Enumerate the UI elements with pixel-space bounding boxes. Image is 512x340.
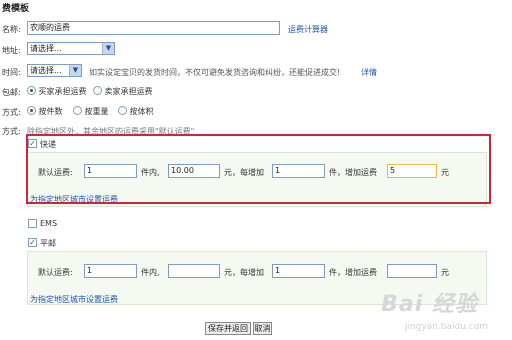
pricing-method-label: 方式: <box>2 108 21 117</box>
radio-unselected-icon <box>73 106 82 115</box>
chevron-down-icon: ▼ <box>69 65 81 76</box>
baidu-watermark-url: jingyan.baidu.com <box>404 322 488 332</box>
cancel-button[interactable]: 取消 <box>253 322 272 335</box>
chevron-down-icon: ▼ <box>102 43 114 54</box>
address-label: 地址: <box>2 46 21 55</box>
shipping-calculator-link[interactable]: 运费计算器 <box>288 24 328 35</box>
pingyou-checkbox[interactable]: ✓ <box>28 238 37 247</box>
radio-selected-icon <box>27 86 36 95</box>
time-label: 时间: <box>2 68 21 77</box>
ems-label: EMS <box>40 219 58 228</box>
radio-by-weight-label: 按重量 <box>84 107 109 116</box>
radio-selected-icon <box>27 106 36 115</box>
baidu-watermark-logo: Bai 经验 <box>381 292 478 317</box>
ship-time-select-value: 请选择... <box>30 66 62 75</box>
radio-by-weight[interactable]: 按重量 <box>73 106 109 117</box>
radio-by-volume-label: 按体积 <box>129 107 154 116</box>
highlight-box <box>26 134 491 204</box>
detail-link[interactable]: 详情 <box>361 67 377 78</box>
address-select[interactable]: 请选择... ▼ <box>27 42 115 55</box>
address-select-value: 请选择... <box>30 44 62 53</box>
delivery-method-label: 方式: <box>2 127 21 136</box>
page-title: 费模板 <box>2 4 30 14</box>
shipping-payer-label: 包邮: <box>2 88 21 97</box>
pingyou-add-fee-input[interactable] <box>387 264 437 278</box>
radio-by-piece[interactable]: 按件数 <box>27 106 63 117</box>
ship-time-select[interactable]: 请选择... ▼ <box>27 64 82 77</box>
radio-seller-pays[interactable]: 卖家承担运费 <box>93 86 153 97</box>
radio-buyer-pays[interactable]: 买家承担运费 <box>27 86 87 97</box>
pingyou-add-qty-input[interactable]: 1 <box>272 264 325 278</box>
template-name-input[interactable]: 农顺的运费 <box>27 21 280 35</box>
name-label: 名称: <box>2 25 21 34</box>
radio-unselected-icon <box>118 106 127 115</box>
radio-by-piece-label: 按件数 <box>38 107 63 116</box>
save-and-return-button[interactable]: 保存并返回 <box>205 322 251 335</box>
radio-unselected-icon <box>93 86 102 95</box>
pingyou-first-fee-input[interactable] <box>168 264 220 278</box>
pingyou-unit-piece-add-fee: 件，增加运费 <box>329 268 377 277</box>
pingyou-default-fee-label: 默认运费: <box>38 268 73 277</box>
pingyou-first-qty-input[interactable]: 1 <box>84 264 137 278</box>
pingyou-unit-yuan-each: 元，每增加 <box>224 268 264 277</box>
pingyou-label: 平邮 <box>40 239 56 248</box>
ems-checkbox[interactable] <box>28 219 37 228</box>
radio-seller-pays-label: 卖家承担运费 <box>104 87 153 96</box>
pingyou-region-fee-link[interactable]: 为指定地区城市设置运费 <box>30 294 118 305</box>
radio-buyer-pays-label: 买家承担运费 <box>38 87 87 96</box>
pingyou-unit-yuan: 元 <box>441 268 449 277</box>
radio-by-volume[interactable]: 按体积 <box>118 106 154 117</box>
ship-time-hint: 如实设定宝贝的发货时间，不仅可避免发货咨询和纠纷，还能促进成交! <box>89 68 341 77</box>
pingyou-unit-within: 件内, <box>141 268 160 277</box>
